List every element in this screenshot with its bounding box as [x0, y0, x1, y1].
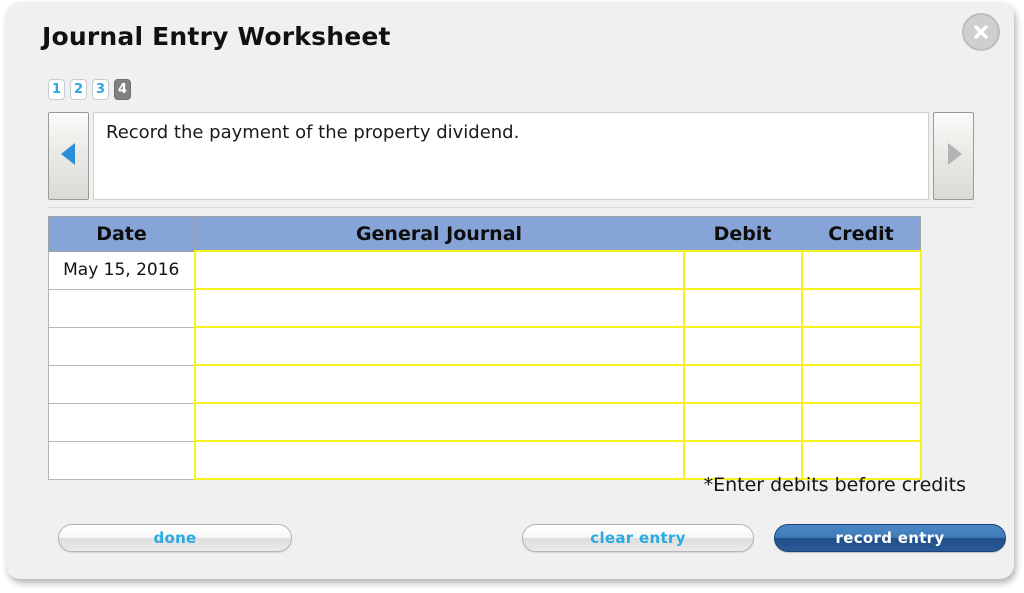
triangle-right-icon [944, 141, 964, 171]
journal-entry-table: Date General Journal Debit Credit May 15… [48, 216, 922, 480]
cell-general-journal-4[interactable] [193, 364, 685, 404]
clear-entry-button[interactable]: clear entry [522, 524, 754, 552]
cell-credit-2[interactable] [800, 288, 922, 328]
page-title: Journal Entry Worksheet [42, 22, 391, 51]
cell-credit-1[interactable] [800, 250, 922, 290]
cell-credit-5[interactable] [800, 402, 922, 442]
cell-general-journal-2[interactable] [193, 288, 685, 328]
table-row [48, 364, 922, 404]
cell-date-1: May 15, 2016 [48, 250, 195, 290]
table-row [48, 402, 922, 442]
instruction-box: Record the payment of the property divid… [93, 112, 929, 200]
input-debit-4[interactable] [684, 366, 801, 402]
record-entry-button[interactable]: record entry [774, 524, 1006, 552]
cell-general-journal-6[interactable] [193, 440, 685, 480]
tab-page-2-label: 2 [73, 82, 84, 97]
cell-debit-4[interactable] [682, 364, 803, 404]
done-button[interactable]: done [58, 524, 292, 552]
cell-date-4 [48, 364, 195, 404]
table-row [48, 288, 922, 328]
table-header-row: Date General Journal Debit Credit [48, 216, 921, 252]
cell-date-3 [48, 326, 195, 366]
cell-date-2 [48, 288, 195, 328]
journal-entry-dialog: Journal Entry Worksheet 1 2 3 4 Record t… [6, 2, 1014, 579]
tab-page-4[interactable]: 4 [114, 79, 131, 100]
close-x-icon [970, 21, 992, 43]
input-debit-6[interactable] [684, 442, 801, 478]
input-debit-2[interactable] [684, 290, 801, 326]
instruction-strip: Record the payment of the property divid… [48, 112, 974, 200]
cell-credit-3[interactable] [800, 326, 922, 366]
table-row: May 15, 2016 [48, 250, 922, 290]
column-header-general-journal: General Journal [194, 216, 684, 252]
cell-debit-2[interactable] [682, 288, 803, 328]
input-credit-4[interactable] [802, 366, 920, 402]
input-general-journal-2[interactable] [195, 290, 683, 326]
previous-entry-button[interactable] [48, 112, 89, 200]
cell-date-5 [48, 402, 195, 442]
tab-page-2[interactable]: 2 [70, 79, 87, 100]
cell-general-journal-5[interactable] [193, 402, 685, 442]
input-credit-2[interactable] [802, 290, 920, 326]
instruction-text: Record the payment of the property divid… [106, 122, 520, 143]
tab-page-3-label: 3 [95, 82, 106, 97]
input-general-journal-6[interactable] [195, 442, 683, 478]
cell-debit-1[interactable] [682, 250, 803, 290]
table-row [48, 326, 922, 366]
column-header-credit: Credit [801, 216, 921, 252]
input-debit-5[interactable] [684, 404, 801, 440]
next-entry-button[interactable] [933, 112, 974, 200]
input-credit-3[interactable] [802, 328, 920, 364]
section-divider [48, 207, 974, 208]
column-header-debit: Debit [683, 216, 802, 252]
debits-before-credits-note: *Enter debits before credits [703, 474, 966, 496]
input-debit-1[interactable] [684, 252, 801, 288]
worksheet-page-tabs: 1 2 3 4 [48, 79, 131, 100]
input-debit-3[interactable] [684, 328, 801, 364]
input-general-journal-3[interactable] [195, 328, 683, 364]
triangle-left-icon [59, 141, 79, 171]
input-credit-1[interactable] [802, 252, 920, 288]
close-button[interactable] [962, 13, 1000, 51]
cell-credit-4[interactable] [800, 364, 922, 404]
cell-date-6 [48, 440, 195, 480]
tab-page-3[interactable]: 3 [92, 79, 109, 100]
input-credit-6[interactable] [802, 442, 920, 478]
tab-page-4-label: 4 [117, 82, 128, 97]
column-header-date: Date [48, 216, 195, 252]
cell-debit-3[interactable] [682, 326, 803, 366]
cell-debit-5[interactable] [682, 402, 803, 442]
input-general-journal-5[interactable] [195, 404, 683, 440]
cell-general-journal-3[interactable] [193, 326, 685, 366]
tab-page-1-label: 1 [51, 82, 62, 97]
cell-general-journal-1[interactable] [193, 250, 685, 290]
tab-page-1[interactable]: 1 [48, 79, 65, 100]
input-general-journal-4[interactable] [195, 366, 683, 402]
input-general-journal-1[interactable] [195, 252, 683, 288]
input-credit-5[interactable] [802, 404, 920, 440]
